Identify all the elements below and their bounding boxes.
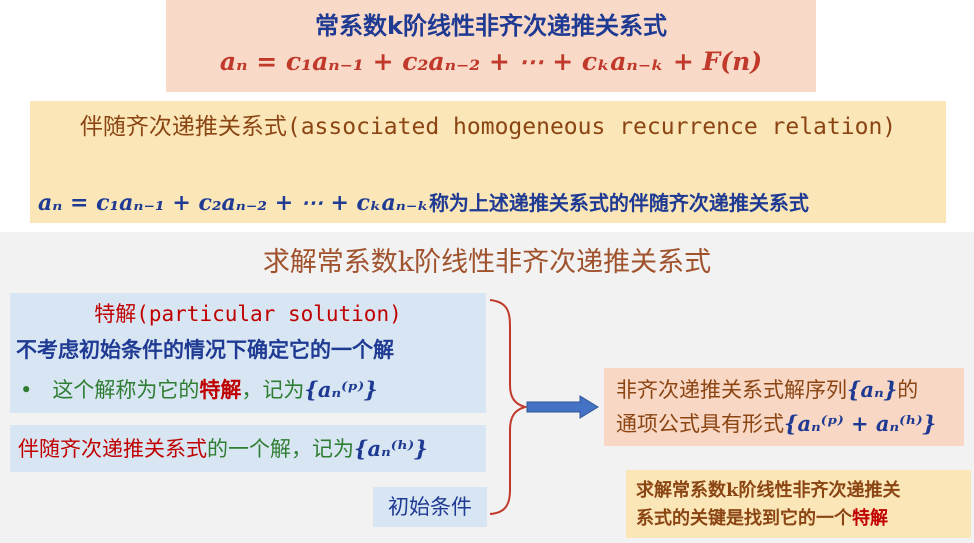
key-point-line2-red: 特解	[852, 508, 888, 529]
general-solution-line1-pre: 非齐次递推关系式解序列	[616, 378, 847, 402]
general-solution-line2-math: {aₙ⁽ᵖ⁾ + aₙ⁽ʰ⁾}	[784, 411, 937, 436]
key-point-line2-pre: 系式的关键是找到它的一个	[636, 508, 852, 529]
key-point-line2: 系式的关键是找到它的一个特解	[636, 505, 971, 533]
key-point-box: 求解常系数k阶线性非齐次递推关 系式的关键是找到它的一个特解	[626, 470, 971, 538]
general-solution-line2: 通项公式具有形式{aₙ⁽ᵖ⁾ + aₙ⁽ʰ⁾}	[616, 407, 964, 441]
general-solution-line1-math: {aₙ}	[847, 377, 898, 402]
general-solution-box: 非齐次递推关系式解序列{aₙ}的 通项公式具有形式{aₙ⁽ᵖ⁾ + aₙ⁽ʰ⁾}	[604, 368, 964, 446]
right-arrow	[526, 395, 599, 419]
right-brace	[489, 299, 529, 515]
general-solution-line1: 非齐次递推关系式解序列{aₙ}的	[616, 373, 964, 407]
brace-arrow-graphic	[489, 299, 599, 515]
key-point-line1: 求解常系数k阶线性非齐次递推关	[636, 480, 901, 501]
general-solution-line2-pre: 通项公式具有形式	[616, 412, 784, 436]
general-solution-line1-post: 的	[897, 378, 919, 402]
